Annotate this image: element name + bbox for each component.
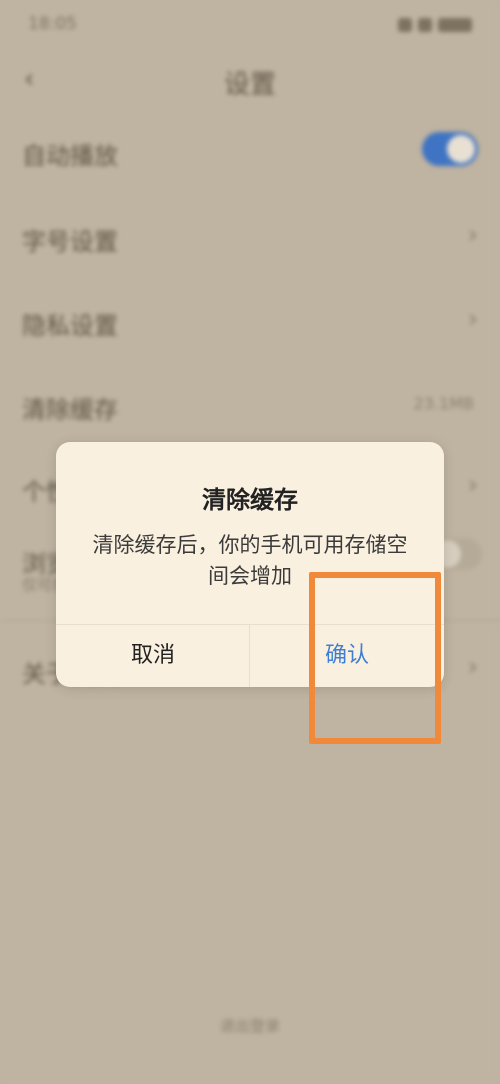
system-icons [398,18,472,32]
page-title: 设置 [223,70,276,100]
chevron-right-icon: › [467,220,478,250]
settings-row-font[interactable]: 字号设置 › [0,208,500,268]
cache-size: 23.1MB [413,394,474,413]
settings-row-autoplay[interactable]: 自动播放 [0,122,500,182]
toggle-knob [447,135,475,163]
status-time: 18:05 [28,14,77,34]
row-label: 隐私设置 [22,312,118,340]
highlight-box [309,572,441,744]
autoplay-toggle[interactable] [422,132,478,166]
dialog-title: 清除缓存 [202,486,298,514]
row-label: 清除缓存 [22,396,118,424]
row-label: 字号设置 [22,228,118,256]
status-bar: 18:05 [28,14,472,38]
signal-icon [398,18,412,32]
top-bar: ‹ 设置 [0,60,500,100]
battery-icon [438,18,472,32]
chevron-right-icon: › [467,470,478,500]
logout-link[interactable]: 退出登录 [0,1015,500,1036]
row-label: 自动播放 [22,142,118,170]
settings-row-clear-cache[interactable]: 清除缓存 23.1MB [0,376,500,436]
settings-row-privacy[interactable]: 隐私设置 › [0,292,500,352]
chevron-right-icon: › [467,304,478,334]
chevron-right-icon: › [467,652,478,682]
wifi-icon [418,18,432,32]
cancel-button[interactable]: 取消 [56,625,250,687]
